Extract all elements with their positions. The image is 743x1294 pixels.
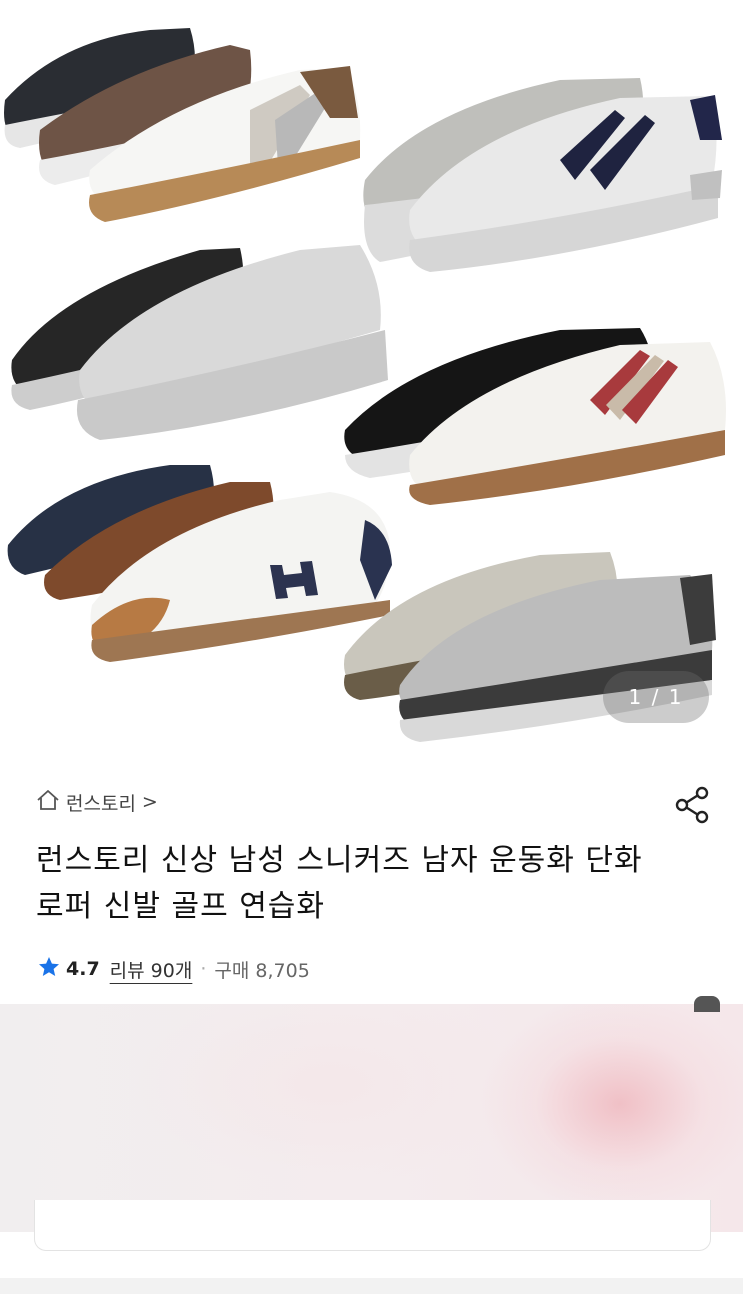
store-link[interactable]: 런스토리 >: [36, 784, 158, 820]
star-icon: [36, 955, 62, 984]
shoe-group-2: [363, 78, 722, 272]
blur-overlay-marker: [694, 996, 720, 1012]
shoe-group-4: [344, 328, 726, 505]
separator-dot: ·: [200, 958, 207, 980]
product-info: 런스토리 > 런스토리 신상 남성 스니커즈 남자 운동화 단화 로퍼 신발 골…: [0, 756, 743, 1006]
purchase-count: 구매 8,705: [214, 959, 310, 982]
review-count-link[interactable]: 리뷰 90개: [110, 956, 193, 983]
chevron-right-icon: >: [141, 791, 158, 813]
image-counter: 1 / 1: [603, 671, 709, 723]
share-icon[interactable]: [672, 784, 714, 826]
product-image-gallery[interactable]: 1 / 1: [0, 0, 743, 756]
home-icon: [36, 789, 60, 816]
blurred-content-area: [0, 996, 743, 1232]
rating-row: 4.7 리뷰 90개 · 구매 8,705: [36, 952, 310, 986]
rating-score: 4.7: [66, 958, 100, 980]
product-title: 런스토리 신상 남성 스니커즈 남자 운동화 단화 로퍼 신발 골프 연습화: [36, 843, 643, 924]
sneaker-product-image: [4, 28, 726, 742]
shoe-group-1: [4, 28, 361, 222]
section-divider: [0, 1278, 743, 1294]
store-name: 런스토리: [66, 792, 136, 815]
bottom-card: [34, 1200, 711, 1251]
shoe-group-3: [11, 245, 389, 440]
shoe-group-5: [7, 465, 392, 662]
